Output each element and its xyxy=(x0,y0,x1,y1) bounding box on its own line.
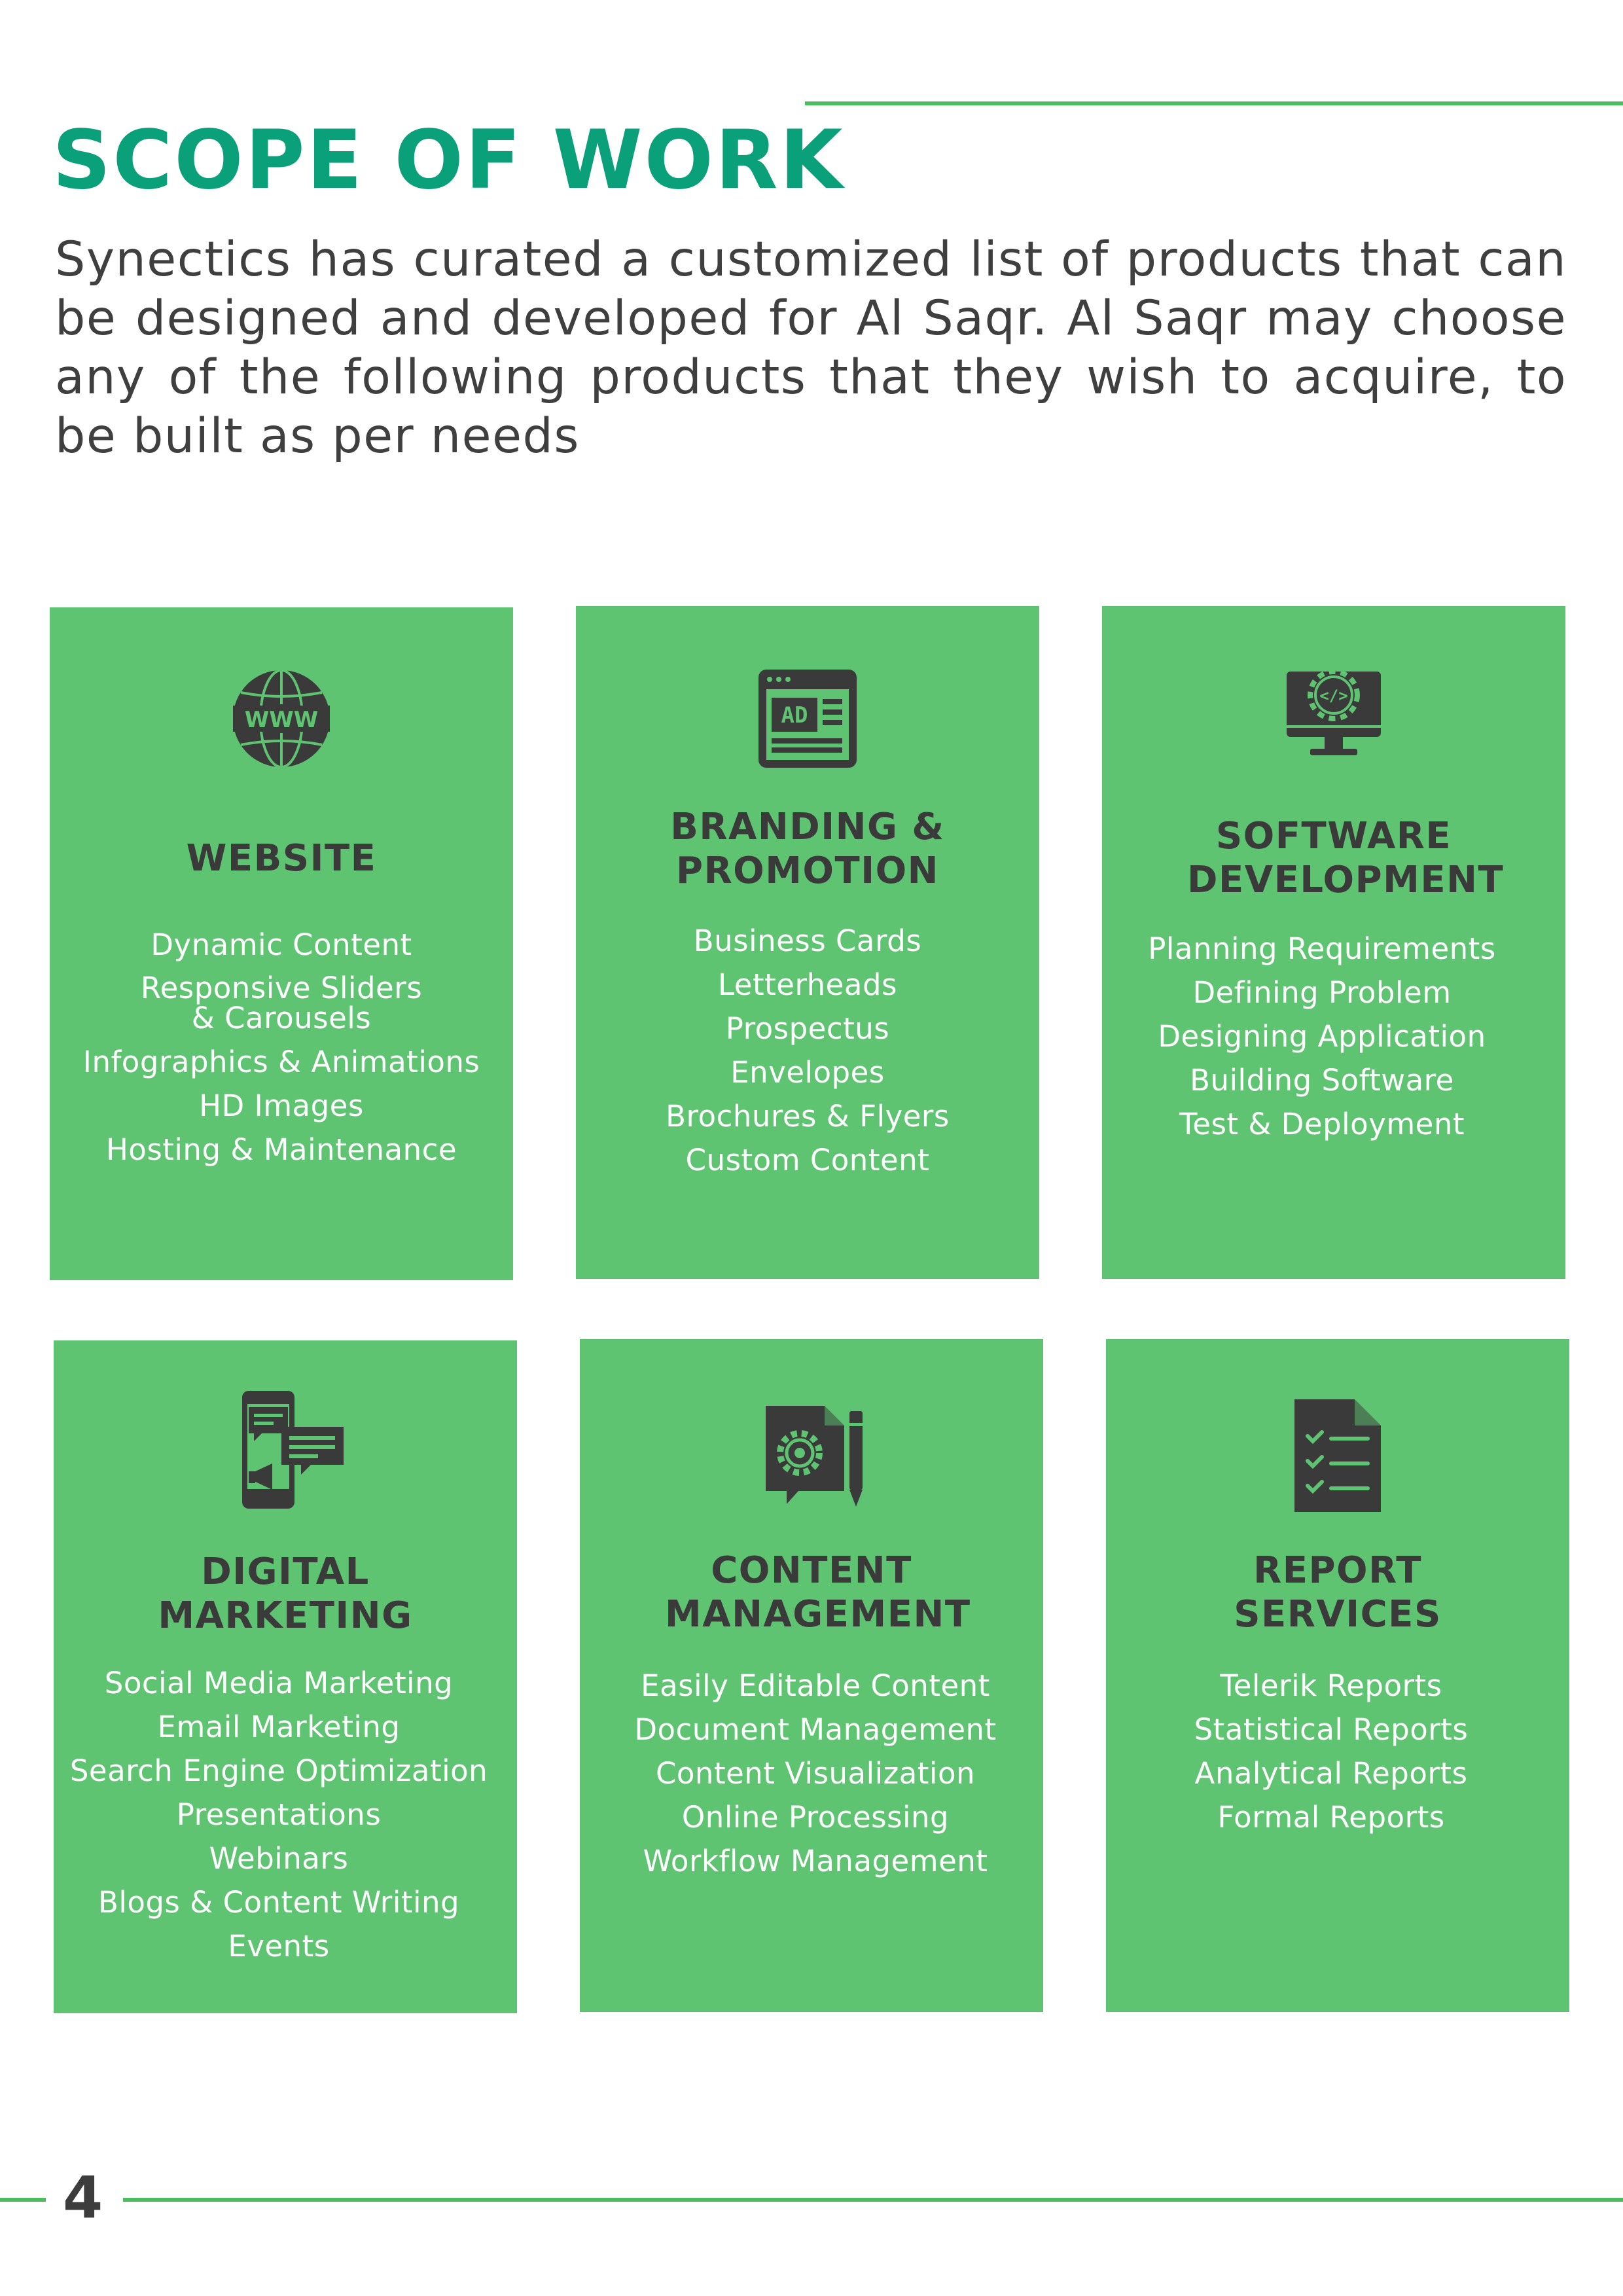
list-item: Search Engine Optimization xyxy=(69,1753,488,1788)
card-report-services: REPORT SERVICES Telerik Reports Statisti… xyxy=(1106,1339,1569,2012)
list-item: Email Marketing xyxy=(157,1710,401,1744)
footer-rule-left xyxy=(0,2198,46,2202)
list-item: Envelopes xyxy=(730,1055,885,1090)
list-item: Prospectus xyxy=(725,1011,890,1046)
list-item: Defining Problem xyxy=(1192,975,1452,1010)
list-item: Business Cards xyxy=(693,924,922,958)
www-globe-icon: WWW xyxy=(229,666,334,771)
svg-text:</>: </> xyxy=(1319,687,1347,705)
list-item: Document Management xyxy=(634,1712,997,1747)
card-content-management: CONTENT MANAGEMENT Easily Editable Conte… xyxy=(580,1339,1043,2012)
list-item: Content Visualization xyxy=(655,1756,975,1791)
list-item: Responsive Sliders & Carousels xyxy=(140,971,423,1035)
card-item-list: Business Cards Letterheads Prospectus En… xyxy=(576,919,1039,1182)
title-rule xyxy=(805,101,1623,105)
list-item: Presentations xyxy=(176,1797,382,1832)
list-item: Test & Deployment xyxy=(1179,1107,1465,1141)
list-item: Formal Reports xyxy=(1217,1800,1445,1835)
card-heading: REPORT SERVICES xyxy=(1234,1549,1442,1636)
list-item: Custom Content xyxy=(685,1143,930,1177)
document-gear-pencil-icon xyxy=(753,1399,870,1517)
list-item: Webinars xyxy=(209,1841,349,1876)
card-website: WWW WEBSITE Dynamic Content Responsive S… xyxy=(50,607,513,1280)
intro-paragraph: Synectics has curated a customized list … xyxy=(55,232,1567,464)
monitor-code-gear-icon: </> xyxy=(1281,657,1386,762)
list-item: Designing Application xyxy=(1158,1019,1486,1054)
list-item: Online Processing xyxy=(681,1800,950,1835)
list-item: Letterheads xyxy=(718,967,897,1002)
list-item: Blogs & Content Writing xyxy=(98,1885,460,1920)
list-item: Statistical Reports xyxy=(1194,1712,1469,1747)
list-item: Infographics & Animations xyxy=(82,1045,480,1079)
svg-text:WWW: WWW xyxy=(245,707,319,733)
list-item: Easily Editable Content xyxy=(641,1668,990,1703)
list-item: Planning Requirements xyxy=(1148,931,1496,966)
list-item: Building Software xyxy=(1190,1063,1454,1098)
card-heading: DIGITAL MARKETING xyxy=(158,1551,413,1637)
card-heading: CONTENT MANAGEMENT xyxy=(665,1549,971,1636)
checklist-document-icon xyxy=(1292,1397,1383,1515)
list-item: Events xyxy=(228,1929,330,1964)
page-title: SCOPE OF WORK xyxy=(52,113,845,208)
card-heading: SOFTWARE DEVELOPMENT xyxy=(1187,815,1505,901)
card-item-list: Dynamic Content Responsive Sliders & Car… xyxy=(50,923,513,1172)
list-item: Brochures & Flyers xyxy=(666,1099,950,1134)
list-item: Dynamic Content xyxy=(151,927,412,962)
list-item: Social Media Marketing xyxy=(104,1666,454,1700)
list-item: HD Images xyxy=(199,1088,364,1123)
card-software-development: </> SOFTWARE DEVELOPMENT Planning Requir… xyxy=(1102,606,1565,1279)
card-branding-promotion: AD BRANDING & PROMOTION Business Cards L… xyxy=(576,606,1039,1279)
phone-chat-megaphone-icon xyxy=(229,1388,360,1518)
card-heading: BRANDING & PROMOTION xyxy=(670,806,945,892)
page-number: 4 xyxy=(63,2164,103,2231)
card-item-list: Planning Requirements Defining Problem D… xyxy=(1090,927,1554,1146)
card-item-list: Easily Editable Content Document Managem… xyxy=(584,1664,1047,1883)
ad-browser-icon: AD xyxy=(755,666,860,771)
card-heading: WEBSITE xyxy=(186,837,377,880)
list-item: Workflow Management xyxy=(643,1844,988,1878)
list-item: Analytical Reports xyxy=(1194,1756,1468,1791)
card-item-list: Telerik Reports Statistical Reports Anal… xyxy=(1099,1664,1563,1839)
footer-rule-right xyxy=(123,2198,1623,2202)
card-digital-marketing: DIGITAL MARKETING Social Media Marketing… xyxy=(54,1340,517,2013)
list-item: Telerik Reports xyxy=(1220,1668,1442,1703)
card-item-list: Social Media Marketing Email Marketing S… xyxy=(47,1661,510,1968)
svg-text:AD: AD xyxy=(781,702,808,728)
list-item: Hosting & Maintenance xyxy=(105,1132,457,1167)
